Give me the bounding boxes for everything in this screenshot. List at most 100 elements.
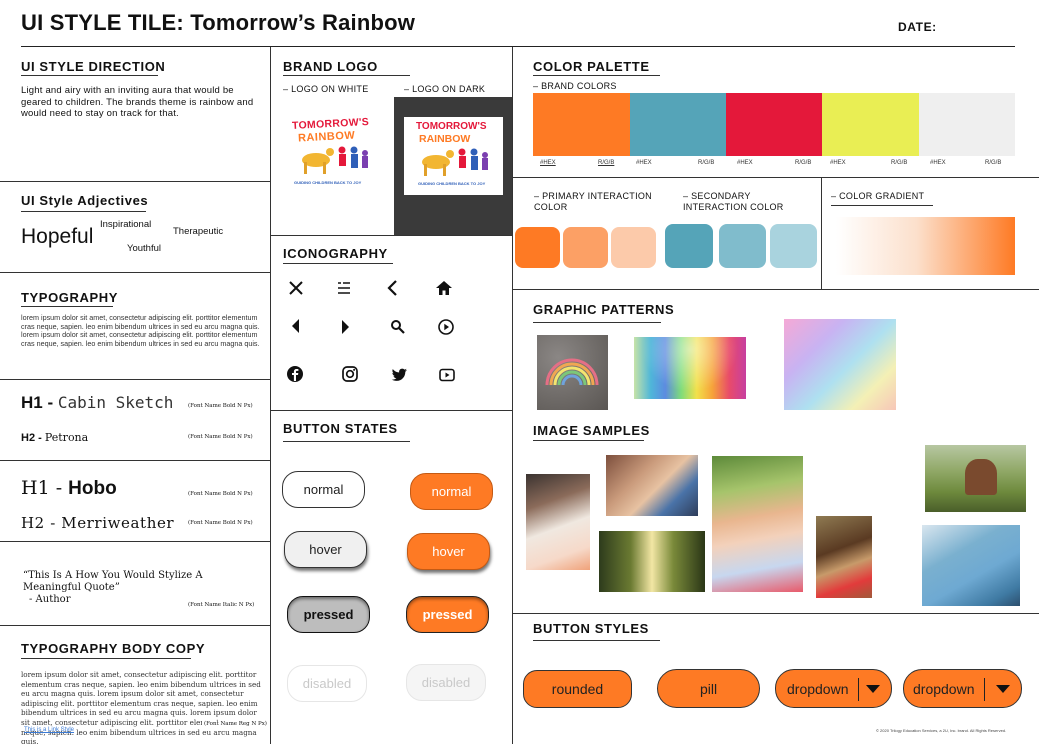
header-rule [21, 46, 1015, 47]
image-samples-title: IMAGE SAMPLES [533, 423, 650, 438]
footer-copyright: © 2020 Trilogy Education Services, a 2U,… [876, 728, 1007, 733]
hover-button-filled[interactable]: hover [407, 533, 490, 570]
youtube-icon[interactable] [435, 363, 459, 387]
iconography-title: ICONOGRAPHY [283, 246, 388, 261]
chevron-down-icon [866, 685, 880, 693]
logo-white-tagline: GUIDING CHILDREN BACK TO JOY [294, 180, 362, 185]
button-states-title: BUTTON STATES [283, 421, 398, 436]
dropdown-button-2[interactable]: dropdown [903, 669, 1022, 708]
body-copy-link[interactable]: This is a Link Style [24, 727, 74, 733]
play-circle-icon[interactable] [434, 315, 458, 339]
h2a-label: H2 - [21, 432, 45, 444]
adjective-therapeutic: Therapeutic [173, 226, 224, 237]
logo-dark-line2: RAINBOW [419, 133, 471, 145]
close-icon[interactable] [284, 276, 308, 300]
image-blue-horse [922, 525, 1020, 606]
h1b-note: (Font Name Bold N Px) [188, 491, 253, 497]
h2-petrona: H2 - Petrona [21, 431, 88, 444]
image-hands-together [606, 455, 698, 516]
rule-left-4 [0, 460, 270, 461]
h1-hobo: H1 - Hobo [21, 477, 117, 500]
secondary-interaction-label: – SECONDARY INTERACTION COLOR [683, 191, 784, 212]
dropdown-2-divider [984, 678, 985, 701]
typography-lorem: lorem ipsum dolor sit amet, consectetur … [21, 313, 260, 348]
h1a-font: Cabin Sketch [57, 393, 174, 412]
logo-on-white: TOMORROW'S RAINBOW GUIDING CHILDREN BACK… [290, 115, 380, 190]
smoke-overlay [634, 337, 746, 399]
col-divider-1 [270, 47, 271, 744]
adjectives-title: UI Style Adjectives [21, 193, 149, 208]
logo-white-line2: RAINBOW [297, 129, 356, 145]
primary-interaction-label: – PRIMARY INTERACTION COLOR [534, 191, 652, 212]
pill-button[interactable]: pill [657, 669, 760, 708]
adjective-inspirational: Inspirational [100, 219, 152, 230]
pattern-blurred-rainbow [784, 319, 896, 410]
image-girl-painted-face [712, 456, 803, 592]
quote-note: (Font Name Italic N Px) [188, 602, 255, 608]
logo-on-dark: TOMORROW'S RAINBOW GUIDING CHILDREN BACK… [404, 117, 503, 195]
pressed-button-outline[interactable]: pressed [287, 596, 370, 633]
menu-icon[interactable] [332, 276, 356, 300]
direction-title: UI STYLE DIRECTION [21, 59, 166, 74]
disabled-button-filled[interactable]: disabled [406, 664, 486, 701]
page-title: UI STYLE TILE: Tomorrow’s Rainbow [21, 10, 416, 35]
rule-right-1 [512, 177, 1039, 178]
swatch1-hex: #HEX [540, 160, 556, 166]
quote-text: “This Is A How You Would Stylize A Meani… [23, 570, 203, 593]
h1b-label: H1 - [21, 477, 69, 499]
logo-white-line1: TOMORROW'S [291, 115, 370, 133]
brand-colors-label: – BRAND COLORS [533, 81, 617, 91]
rule-left-1 [0, 181, 270, 182]
instagram-icon[interactable] [338, 362, 362, 386]
rule-right-2 [512, 289, 1039, 290]
h2b-note: (Font Name Bold N Px) [188, 520, 253, 526]
primary-swatch-2 [563, 227, 608, 268]
chevron-left-icon[interactable] [381, 276, 405, 300]
h1-cabin-sketch: H1 - Cabin Sketch [21, 393, 173, 413]
facebook-icon[interactable] [283, 362, 307, 386]
home-icon[interactable] [432, 276, 456, 300]
brand-swatch-grey [919, 93, 1015, 156]
adjective-youthful: Youthful [127, 243, 161, 254]
rule-mid-2 [270, 410, 512, 411]
brand-swatch-teal [630, 93, 726, 156]
primary-swatch-1 [515, 227, 560, 268]
dropdown-button-1[interactable]: dropdown [775, 669, 892, 708]
pressed-button-filled[interactable]: pressed [406, 596, 489, 633]
swatch3-hex: #HEX [737, 160, 753, 166]
gradient-label: – COLOR GRADIENT [831, 191, 925, 201]
patterns-title: GRAPHIC PATTERNS [533, 302, 675, 317]
dropdown-1-divider [858, 678, 859, 701]
swatch4-hex: #HEX [830, 160, 846, 166]
logo-dark-art [422, 148, 488, 176]
image-forest-sunlight [599, 531, 705, 592]
normal-button-filled[interactable]: normal [410, 473, 493, 510]
swatch5-hex: #HEX [930, 160, 946, 166]
swatch2-hex: #HEX [636, 160, 652, 166]
secondary-swatch-3 [770, 224, 817, 268]
swatch5-rgb: R/G/B [985, 160, 1002, 166]
logo-on-dark-label: – LOGO ON DARK [404, 84, 486, 94]
palette-title: COLOR PALETTE [533, 59, 650, 74]
disabled-button-outline[interactable]: disabled [287, 665, 367, 702]
h1a-note: (Font Name Bold N Px) [188, 403, 253, 409]
caret-right-icon[interactable] [333, 315, 357, 339]
secondary-swatch-1 [665, 224, 713, 268]
rule-left-3 [0, 379, 270, 380]
horse-shape [965, 459, 997, 495]
search-icon[interactable] [386, 315, 410, 339]
date-label: DATE: [898, 20, 937, 34]
body-copy-note: (Font Name Reg N Px) [202, 721, 269, 727]
logo-on-white-label: – LOGO ON WHITE [283, 84, 369, 94]
brand-swatch-yellow [822, 93, 919, 156]
caret-left-icon[interactable] [284, 314, 308, 338]
hover-button-outline[interactable]: hover [284, 531, 367, 568]
logo-title: BRAND LOGO [283, 59, 378, 74]
logo-white-art [302, 146, 368, 174]
rounded-button[interactable]: rounded [523, 670, 632, 708]
twitter-icon[interactable] [387, 363, 411, 387]
typography-title: TYPOGRAPHY [21, 290, 119, 305]
h1b-font: Hobo [68, 478, 117, 499]
normal-button-outline[interactable]: normal [282, 471, 365, 508]
h1a-label: H1 - [21, 393, 58, 412]
